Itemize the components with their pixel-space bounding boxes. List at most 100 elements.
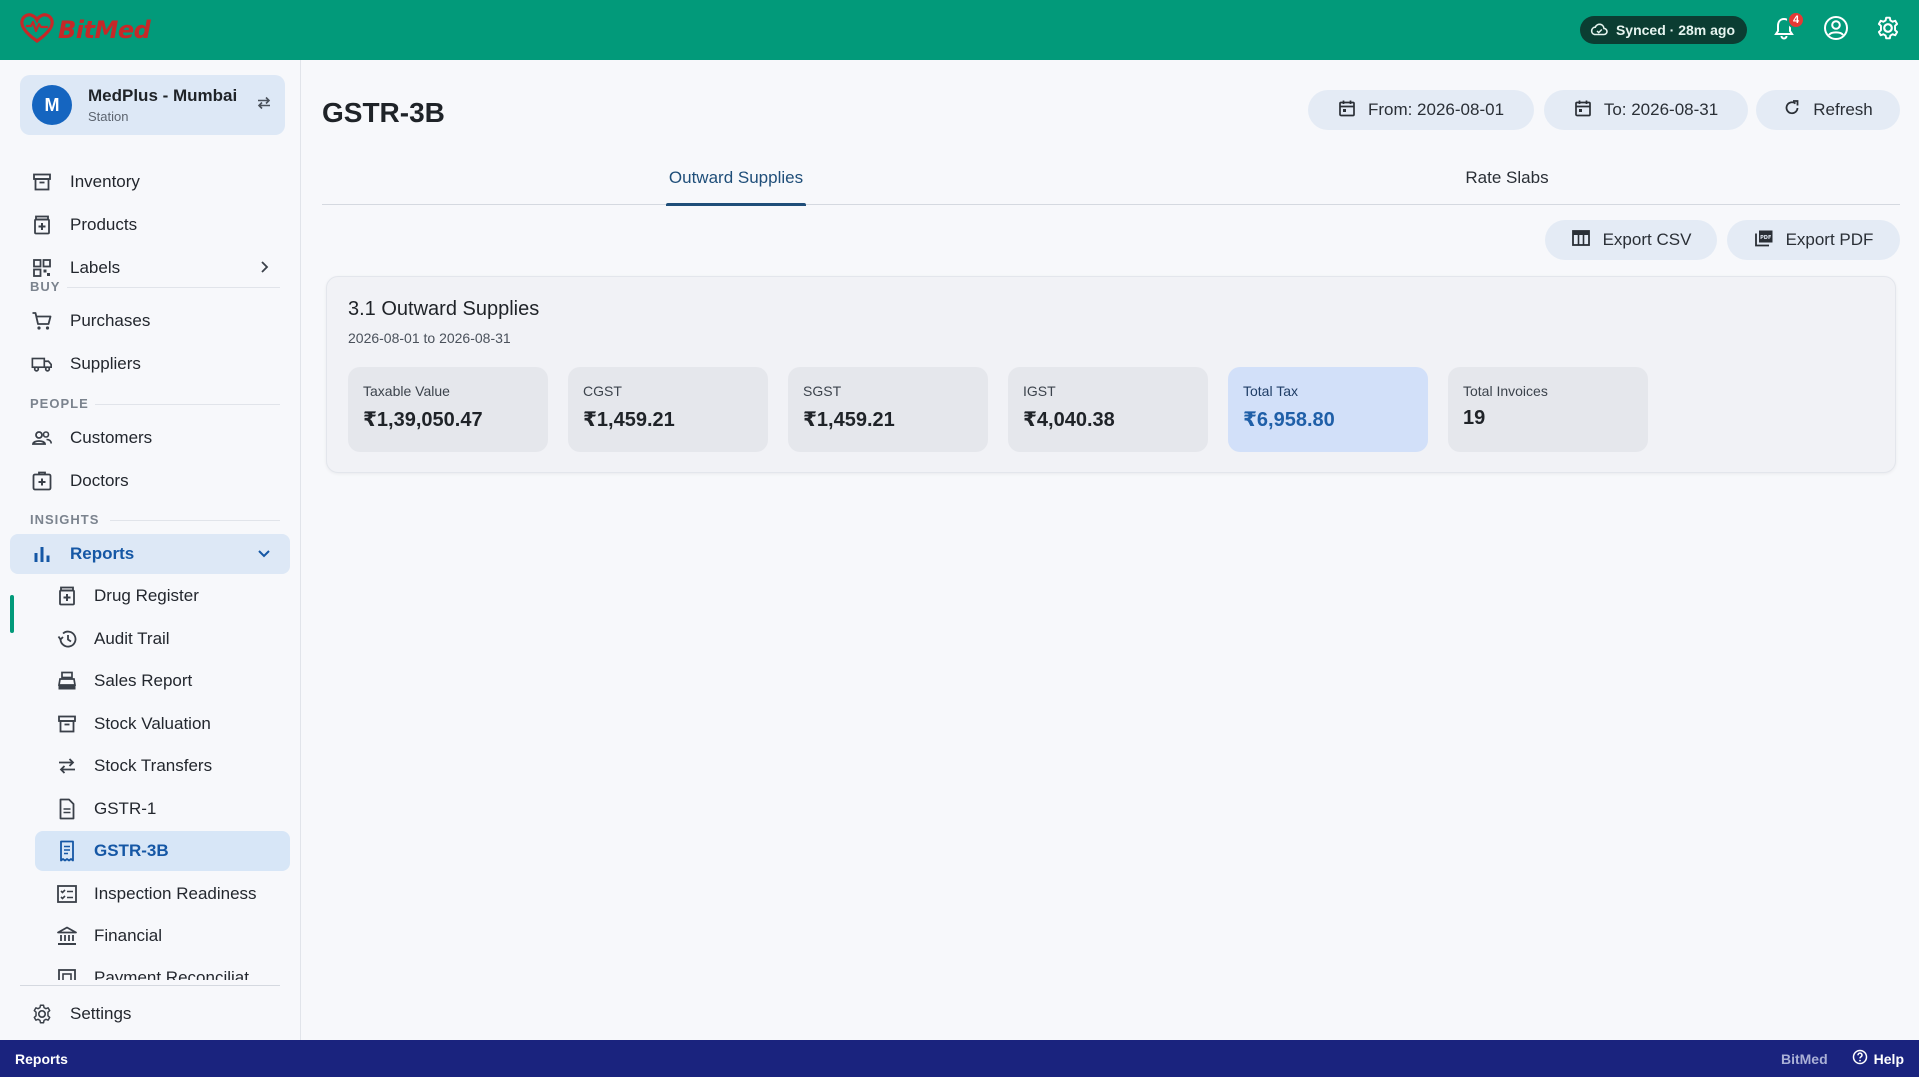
cash-register-icon — [56, 670, 78, 692]
from-date-button[interactable]: From: 2026-08-01 — [1308, 90, 1534, 130]
station-switcher[interactable]: M MedPlus - Mumbai Station — [20, 75, 285, 135]
swap-icon — [255, 96, 273, 115]
export-pdf-button[interactable]: PDF Export PDF — [1727, 220, 1900, 260]
export-pdf-label: Export PDF — [1785, 230, 1874, 249]
sidebar-item-label: Reports — [70, 544, 135, 563]
stat-label: IGST — [1023, 383, 1056, 399]
status-current-page: Reports — [15, 1050, 68, 1067]
help-icon — [1852, 1049, 1868, 1068]
gear-icon — [31, 1003, 53, 1025]
stat-label: SGST — [803, 383, 842, 399]
stat-cgst: CGST ₹1,459.21 — [568, 367, 768, 452]
sidebar-divider — [20, 985, 280, 986]
calendar-icon — [1338, 99, 1356, 122]
stat-value: ₹6,958.80 — [1243, 409, 1335, 431]
sidebar-item-label: GSTR-1 — [94, 799, 157, 818]
card-title: 3.1 Outward Supplies — [348, 298, 540, 320]
sidebar-item-gstr-3b[interactable]: GSTR-3B — [35, 831, 290, 871]
truck-icon — [31, 353, 53, 375]
stat-label: Total Invoices — [1463, 383, 1548, 399]
sync-status-chip[interactable]: Synced · 28m ago — [1579, 16, 1747, 44]
to-date-button[interactable]: To: 2026-08-31 — [1544, 90, 1748, 130]
sidebar-item-label: Customers — [70, 428, 153, 447]
document-icon — [56, 798, 78, 820]
status-brand: BitMed — [1780, 1050, 1828, 1067]
page-title: GSTR-3B — [322, 97, 445, 128]
sidebar-item-inspection-readiness[interactable]: Inspection Readiness — [35, 874, 290, 914]
cloud-check-icon — [1590, 22, 1608, 39]
sidebar-item-label: GSTR-3B — [94, 841, 169, 860]
stat-value: 19 — [1463, 407, 1486, 429]
to-date-label: To: 2026-08-31 — [1603, 100, 1719, 119]
sidebar-item-label: Products — [70, 215, 138, 234]
sidebar-item-reports[interactable]: Reports — [10, 534, 290, 574]
sidebar-item-stock-valuation[interactable]: Stock Valuation — [35, 704, 290, 744]
stat-value: ₹1,459.21 — [583, 409, 675, 431]
tab-outward-supplies[interactable]: Outward Supplies — [666, 150, 806, 206]
notifications-button[interactable]: 4 — [1769, 11, 1805, 45]
section-divider — [110, 520, 280, 521]
report-tabs: Outward Supplies Rate Slabs — [322, 150, 1900, 206]
chevron-right-icon — [254, 257, 274, 282]
cart-icon — [31, 310, 53, 332]
account-button[interactable] — [1821, 15, 1851, 45]
sidebar-item-doctors[interactable]: Doctors — [10, 461, 290, 501]
calendar-icon — [1574, 99, 1592, 122]
account-circle-icon — [1823, 15, 1849, 46]
sidebar-item-sales-report[interactable]: Sales Report — [35, 661, 290, 701]
sync-status-text: Synced · 28m ago — [1615, 22, 1735, 38]
sidebar-item-label: Suppliers — [70, 354, 141, 373]
sidebar-item-financial[interactable]: Financial — [35, 916, 290, 956]
sidebar-item-payment-reconciliation[interactable]: Payment Reconciliat — [35, 958, 290, 980]
archive-icon — [31, 171, 53, 193]
heart-pulse-icon — [20, 12, 54, 48]
sidebar-item-label: Labels — [70, 258, 121, 277]
sidebar-item-audit-trail[interactable]: Audit Trail — [35, 619, 290, 659]
pdf-icon: PDF — [1754, 229, 1774, 252]
station-avatar: M — [32, 85, 72, 125]
transfer-icon — [56, 755, 78, 777]
sidebar-item-label: Stock Transfers — [94, 756, 213, 775]
station-type: Station — [88, 109, 129, 124]
sidebar-item-products[interactable]: Products — [10, 205, 290, 245]
brand-logo[interactable]: BitMed — [20, 12, 151, 48]
sidebar-item-settings[interactable]: Settings — [10, 994, 290, 1034]
brand-name: BitMed — [58, 16, 151, 44]
help-button[interactable]: Help — [1852, 1049, 1904, 1068]
export-csv-button[interactable]: Export CSV — [1545, 220, 1717, 260]
section-divider — [67, 287, 280, 288]
sidebar-scroll-clip: Payment Reconciliat — [0, 958, 300, 980]
sidebar-item-gstr-1[interactable]: GSTR-1 — [35, 789, 290, 829]
status-bar: Reports BitMed Help — [0, 1040, 1919, 1077]
main-content: GSTR-3B From: 2026-08-01 To: 2026-08-31 … — [302, 60, 1919, 1040]
refresh-button[interactable]: Refresh — [1756, 90, 1900, 130]
app-bar: BitMed Synced · 28m ago 4 — [0, 0, 1919, 60]
tab-label: Rate Slabs — [1465, 167, 1549, 187]
sidebar-item-label: Inventory — [70, 172, 140, 191]
sidebar-item-stock-transfers[interactable]: Stock Transfers — [35, 746, 290, 786]
sidebar-item-inventory[interactable]: Inventory — [10, 162, 290, 202]
checklist-icon — [56, 883, 78, 905]
sidebar-item-purchases[interactable]: Purchases — [10, 301, 290, 341]
receipt-icon — [56, 840, 78, 862]
refresh-icon — [1783, 99, 1801, 122]
refresh-label: Refresh — [1813, 100, 1873, 119]
tab-rate-slabs[interactable]: Rate Slabs — [1452, 150, 1562, 205]
stat-sgst: SGST ₹1,459.21 — [788, 367, 988, 452]
stat-value: ₹1,459.21 — [803, 409, 895, 431]
tab-label: Outward Supplies — [668, 167, 804, 187]
stat-label: Total Tax — [1243, 383, 1298, 399]
sidebar-item-label: Audit Trail — [94, 629, 170, 648]
outward-supplies-card: 3.1 Outward Supplies 2026-08-01 to 2026-… — [326, 276, 1896, 473]
sidebar-item-drug-register[interactable]: Drug Register — [35, 576, 290, 616]
sidebar-item-label: Drug Register — [94, 586, 199, 605]
sidebar-item-suppliers[interactable]: Suppliers — [10, 344, 290, 384]
sidebar-item-label: Payment Reconciliat — [94, 968, 249, 980]
chevron-down-icon — [254, 543, 274, 568]
settings-button[interactable] — [1873, 15, 1903, 45]
card-period: 2026-08-01 to 2026-08-31 — [348, 330, 511, 346]
sidebar-item-customers[interactable]: Customers — [10, 418, 290, 458]
table-icon — [1571, 229, 1591, 252]
people-icon — [31, 427, 53, 449]
stat-label: Taxable Value — [363, 383, 450, 399]
